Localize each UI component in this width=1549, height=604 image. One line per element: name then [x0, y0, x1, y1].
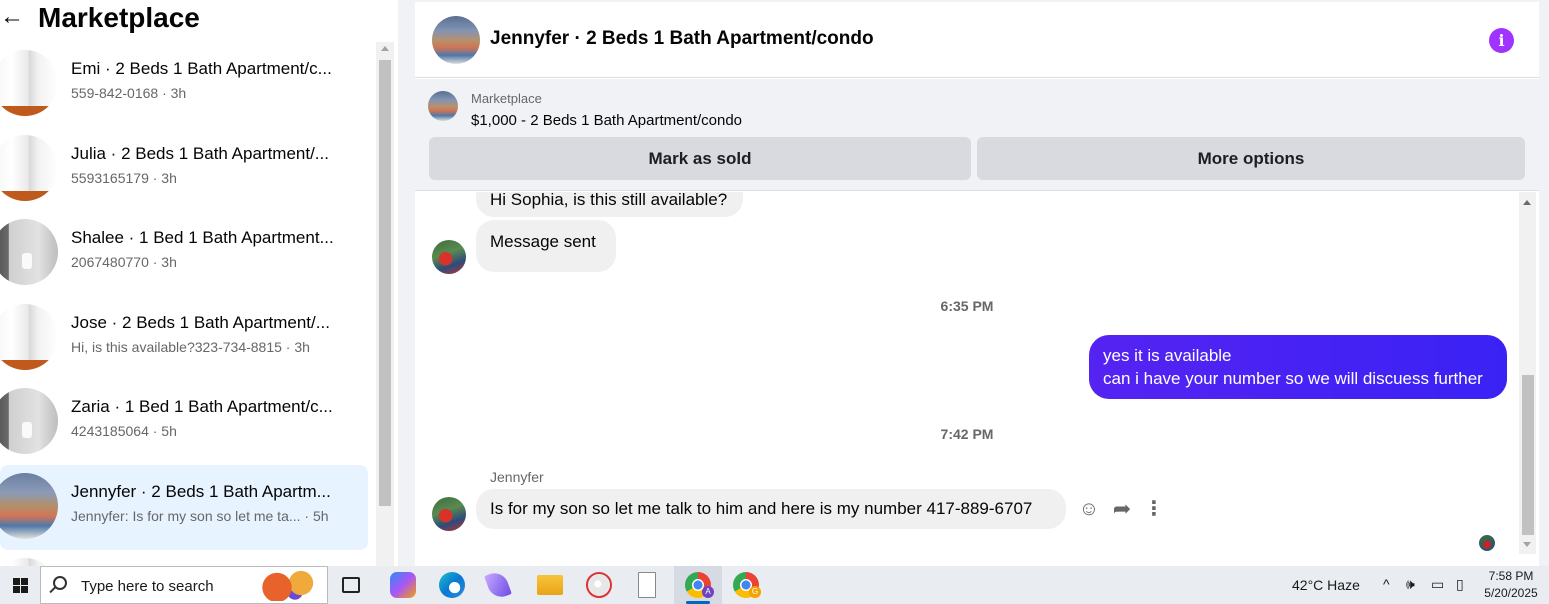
sidebar-scrollbar[interactable]: [376, 42, 394, 566]
file-explorer-icon[interactable]: [537, 575, 563, 595]
profile-badge: A: [702, 586, 714, 598]
search-highlight-image: [259, 571, 319, 601]
battery-icon[interactable]: ▯: [1456, 576, 1464, 593]
scrollbar-thumb[interactable]: [379, 60, 391, 506]
message-thread: Hi Sophia, is this still available? Mess…: [415, 192, 1539, 566]
chat-scrollbar[interactable]: [1519, 192, 1536, 554]
scroll-up-arrow-icon[interactable]: [1523, 200, 1531, 205]
outgoing-message: yes it is available can i have your numb…: [1089, 335, 1507, 399]
incoming-message: Message sent: [476, 220, 616, 272]
listing-bar: Marketplace $1,000 - 2 Beds 1 Bath Apart…: [415, 79, 1539, 191]
more-options-button[interactable]: More options: [977, 137, 1525, 180]
conversation-item-partial[interactable]: [0, 550, 368, 566]
chat-title[interactable]: Jennyfer · 2 Beds 1 Bath Apartment/condo: [490, 28, 874, 50]
scroll-down-arrow-icon[interactable]: [1523, 542, 1531, 547]
sender-avatar: [432, 497, 466, 531]
paint-app-icon[interactable]: [586, 572, 612, 598]
incoming-message: Is for my son so let me talk to him and …: [476, 489, 1066, 529]
outgoing-message-line: yes it is available: [1103, 346, 1232, 365]
conversation-item[interactable]: Jose · 2 Beds 1 Bath Apartment/... Hi, i…: [0, 296, 368, 381]
feather-app-icon[interactable]: [484, 569, 512, 601]
conversation-name: Jennyfer · 2 Beds 1 Bath Apartm...: [71, 481, 331, 501]
scrollbar-thumb[interactable]: [1522, 375, 1534, 535]
conversation-item-active[interactable]: Jennyfer · 2 Beds 1 Bath Apartm... Jenny…: [0, 464, 368, 550]
chat-panel: Jennyfer · 2 Beds 1 Bath Apartment/condo…: [415, 2, 1539, 566]
conversation-list: Emi · 2 Beds 1 Bath Apartment/c... 559-8…: [0, 42, 376, 566]
profile-badge: G: [749, 586, 761, 598]
listing-thumbnail: [0, 557, 58, 566]
info-icon[interactable]: i: [1489, 28, 1514, 53]
seen-indicator-avatar: [1479, 535, 1495, 551]
outgoing-message-line: can i have your number so we will discue…: [1103, 369, 1483, 388]
sender-avatar: [432, 240, 466, 274]
conversation-preview: Jennyfer: Is for my son so let me ta... …: [71, 507, 329, 524]
listing-thumbnail: [0, 472, 58, 539]
taskbar-search[interactable]: Type here to search: [40, 566, 328, 604]
mark-as-sold-button[interactable]: Mark as sold: [429, 137, 971, 180]
reply-icon[interactable]: ➦: [1109, 496, 1135, 522]
incoming-message: Hi Sophia, is this still available?: [476, 192, 743, 217]
conversation-name: Julia · 2 Beds 1 Bath Apartment/...: [71, 143, 329, 163]
copilot-icon[interactable]: [390, 572, 416, 598]
conversation-preview: 5593165179 · 3h: [71, 169, 177, 186]
listing-title[interactable]: $1,000 - 2 Beds 1 Bath Apartment/condo: [471, 112, 742, 129]
conversations-sidebar: ← Marketplace Emi · 2 Beds 1 Bath Apartm…: [0, 0, 398, 566]
conversation-item[interactable]: Zaria · 1 Bed 1 Bath Apartment/c... 4243…: [0, 380, 368, 465]
task-view-icon[interactable]: [342, 577, 360, 593]
conversation-name: Shalee · 1 Bed 1 Bath Apartment...: [71, 228, 334, 248]
arrow-left-icon[interactable]: ←: [0, 2, 30, 32]
chevron-up-icon[interactable]: ^: [1383, 576, 1390, 592]
speaker-icon[interactable]: 🕪: [1406, 576, 1415, 593]
listing-avatar: [428, 91, 458, 121]
clock-time[interactable]: 7:58 PM: [1480, 569, 1542, 583]
conversation-preview: 4243185064 · 5h: [71, 423, 177, 440]
timestamp: 7:42 PM: [940, 426, 994, 442]
sender-name: Jennyfer: [490, 469, 544, 485]
listing-thumbnail: [0, 134, 58, 201]
windows-logo-icon: [12, 577, 28, 593]
listing-thumbnail: [0, 50, 58, 116]
sidebar-header: ← Marketplace: [0, 0, 398, 36]
scroll-up-arrow-icon[interactable]: [381, 46, 389, 51]
conversation-preview: Hi, is this available?323-734-8815 · 3h: [71, 338, 310, 355]
timestamp: 6:35 PM: [940, 298, 994, 314]
search-placeholder: Type here to search: [81, 578, 214, 595]
windows-taskbar: Type here to search A G 42°C Haze ^ 🕪 ▭ …: [0, 566, 1549, 604]
clock-date[interactable]: 5/20/2025: [1480, 586, 1542, 600]
listing-label: Marketplace: [471, 91, 542, 106]
listing-thumbnail: [0, 219, 58, 286]
emoji-react-icon[interactable]: ☺: [1076, 496, 1102, 522]
conversation-item[interactable]: Emi · 2 Beds 1 Bath Apartment/c... 559-8…: [0, 42, 368, 127]
edge-browser-icon[interactable]: [439, 572, 465, 598]
conversation-name: Emi · 2 Beds 1 Bath Apartment/c...: [71, 59, 332, 78]
conversation-item[interactable]: Julia · 2 Beds 1 Bath Apartment/... 5593…: [0, 127, 368, 212]
conversation-name: Jose · 2 Beds 1 Bath Apartment/...: [71, 312, 330, 332]
notepad-icon[interactable]: [638, 572, 656, 598]
listing-thumbnail: [0, 303, 58, 370]
sidebar-title: Marketplace: [38, 2, 200, 33]
start-button[interactable]: [0, 566, 40, 604]
chat-header: Jennyfer · 2 Beds 1 Bath Apartment/condo…: [415, 2, 1539, 78]
weather-widget[interactable]: 42°C Haze: [1292, 577, 1360, 593]
more-vertical-icon[interactable]: ⋮: [1141, 496, 1167, 522]
search-icon: [53, 576, 67, 590]
conversation-preview: 559-842-0168 · 3h: [71, 85, 187, 101]
contact-avatar[interactable]: [432, 16, 480, 64]
conversation-item[interactable]: Shalee · 1 Bed 1 Bath Apartment... 20674…: [0, 211, 368, 296]
listing-thumbnail: [0, 388, 58, 455]
conversation-preview: 2067480770 · 3h: [71, 254, 177, 271]
network-icon[interactable]: ▭: [1431, 576, 1444, 593]
conversation-name: Zaria · 1 Bed 1 Bath Apartment/c...: [71, 397, 333, 417]
